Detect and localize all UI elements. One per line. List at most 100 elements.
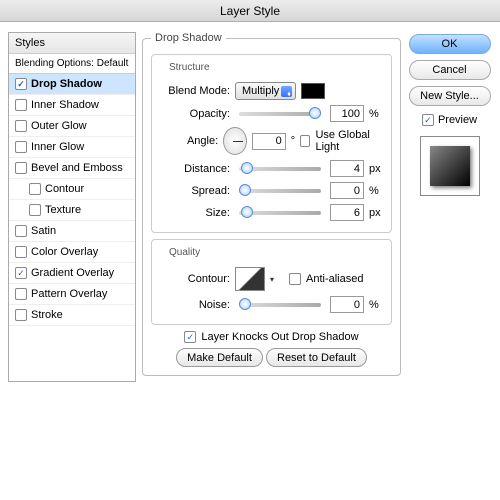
size-input[interactable] [330, 204, 364, 221]
unit-percent: % [369, 185, 383, 197]
size-slider[interactable] [239, 211, 321, 215]
contour-label: Contour: [160, 273, 230, 285]
angle-input[interactable] [252, 133, 286, 150]
reset-default-button[interactable]: Reset to Default [266, 348, 367, 367]
style-label: Texture [45, 204, 81, 216]
angle-row: Angle: ° Use Global Light [160, 127, 383, 155]
style-label: Inner Glow [31, 141, 84, 153]
checkbox-icon[interactable] [15, 288, 27, 300]
style-satin[interactable]: Satin [9, 221, 135, 242]
angle-label: Angle: [160, 135, 218, 147]
preview-swatch [430, 146, 470, 186]
style-label: Color Overlay [31, 246, 98, 258]
window-title: Layer Style [0, 0, 500, 22]
preview-thumbnail [420, 136, 480, 196]
checkbox-icon[interactable] [15, 141, 27, 153]
distance-slider[interactable] [239, 167, 321, 171]
styles-list: Styles Blending Options: Default Drop Sh… [8, 32, 136, 382]
style-stroke[interactable]: Stroke [9, 305, 135, 326]
style-gradient-overlay[interactable]: Gradient Overlay [9, 263, 135, 284]
spread-row: Spread: % [160, 182, 383, 199]
unit-percent: % [369, 299, 383, 311]
fieldset-legend: Drop Shadow [151, 32, 226, 44]
ok-button[interactable]: OK [409, 34, 491, 54]
contour-picker[interactable] [235, 267, 265, 291]
style-label: Gradient Overlay [31, 267, 114, 279]
shadow-color-swatch[interactable] [301, 83, 325, 99]
blending-options-row[interactable]: Blending Options: Default [9, 54, 135, 74]
style-label: Inner Shadow [31, 99, 99, 111]
style-label: Satin [31, 225, 56, 237]
checkbox-icon[interactable] [29, 183, 41, 195]
preview-label: Preview [438, 114, 477, 126]
checkbox-icon[interactable] [29, 204, 41, 216]
style-color-overlay[interactable]: Color Overlay [9, 242, 135, 263]
defaults-row: Make Default Reset to Default [151, 348, 392, 367]
unit-percent: % [369, 108, 383, 120]
style-label: Contour [45, 183, 84, 195]
distance-row: Distance: px [160, 160, 383, 177]
checkbox-icon[interactable] [15, 120, 27, 132]
structure-group: Structure Blend Mode: Multiply Opacity: … [151, 54, 392, 233]
knockout-label: Layer Knocks Out Drop Shadow [201, 331, 358, 343]
distance-input[interactable] [330, 160, 364, 177]
noise-row: Noise: % [160, 296, 383, 313]
noise-label: Noise: [160, 299, 230, 311]
opacity-input[interactable] [330, 105, 364, 122]
knockout-checkbox[interactable] [184, 331, 196, 343]
spread-input[interactable] [330, 182, 364, 199]
style-label: Drop Shadow [31, 78, 102, 90]
group-label: Quality [166, 247, 203, 258]
style-outer-glow[interactable]: Outer Glow [9, 116, 135, 137]
noise-slider[interactable] [239, 303, 321, 307]
checkbox-icon[interactable] [15, 309, 27, 321]
contour-row: Contour: Anti-aliased [160, 267, 383, 291]
quality-group: Quality Contour: Anti-aliased Noise: % [151, 239, 392, 325]
drop-shadow-panel: Drop Shadow Structure Blend Mode: Multip… [142, 32, 401, 382]
noise-input[interactable] [330, 296, 364, 313]
opacity-slider[interactable] [239, 112, 321, 116]
style-inner-glow[interactable]: Inner Glow [9, 137, 135, 158]
new-style-button[interactable]: New Style... [409, 86, 491, 106]
spread-label: Spread: [160, 185, 230, 197]
knockout-row: Layer Knocks Out Drop Shadow [151, 331, 392, 343]
blend-mode-row: Blend Mode: Multiply [160, 82, 383, 100]
styles-header[interactable]: Styles [9, 33, 135, 54]
checkbox-icon[interactable] [15, 78, 27, 90]
size-label: Size: [160, 207, 230, 219]
checkbox-icon[interactable] [15, 225, 27, 237]
style-drop-shadow[interactable]: Drop Shadow [9, 74, 135, 95]
checkbox-icon[interactable] [15, 99, 27, 111]
unit-px: px [369, 207, 383, 219]
style-inner-shadow[interactable]: Inner Shadow [9, 95, 135, 116]
drop-shadow-fieldset: Drop Shadow Structure Blend Mode: Multip… [142, 32, 401, 376]
checkbox-icon[interactable] [15, 246, 27, 258]
checkbox-icon[interactable] [15, 162, 27, 174]
layer-style-dialog: Layer Style Styles Blending Options: Def… [0, 0, 500, 500]
make-default-button[interactable]: Make Default [176, 348, 263, 367]
style-contour[interactable]: Contour [9, 179, 135, 200]
dialog-buttons: OK Cancel New Style... Preview [407, 32, 492, 382]
global-light-checkbox[interactable] [300, 135, 310, 147]
angle-degree: ° [291, 135, 295, 147]
cancel-button[interactable]: Cancel [409, 60, 491, 80]
opacity-label: Opacity: [160, 108, 230, 120]
blend-mode-select[interactable]: Multiply [235, 82, 296, 100]
style-label: Bevel and Emboss [31, 162, 123, 174]
opacity-row: Opacity: % [160, 105, 383, 122]
group-label: Structure [166, 62, 213, 73]
style-label: Pattern Overlay [31, 288, 107, 300]
spread-slider[interactable] [239, 189, 321, 193]
style-label: Outer Glow [31, 120, 87, 132]
style-bevel-emboss[interactable]: Bevel and Emboss [9, 158, 135, 179]
antialias-checkbox[interactable] [289, 273, 301, 285]
style-label: Stroke [31, 309, 63, 321]
global-light-label: Use Global Light [315, 129, 383, 153]
style-texture[interactable]: Texture [9, 200, 135, 221]
checkbox-icon[interactable] [15, 267, 27, 279]
preview-row: Preview [422, 114, 477, 126]
preview-checkbox[interactable] [422, 114, 434, 126]
angle-dial[interactable] [223, 127, 247, 155]
style-pattern-overlay[interactable]: Pattern Overlay [9, 284, 135, 305]
unit-px: px [369, 163, 383, 175]
